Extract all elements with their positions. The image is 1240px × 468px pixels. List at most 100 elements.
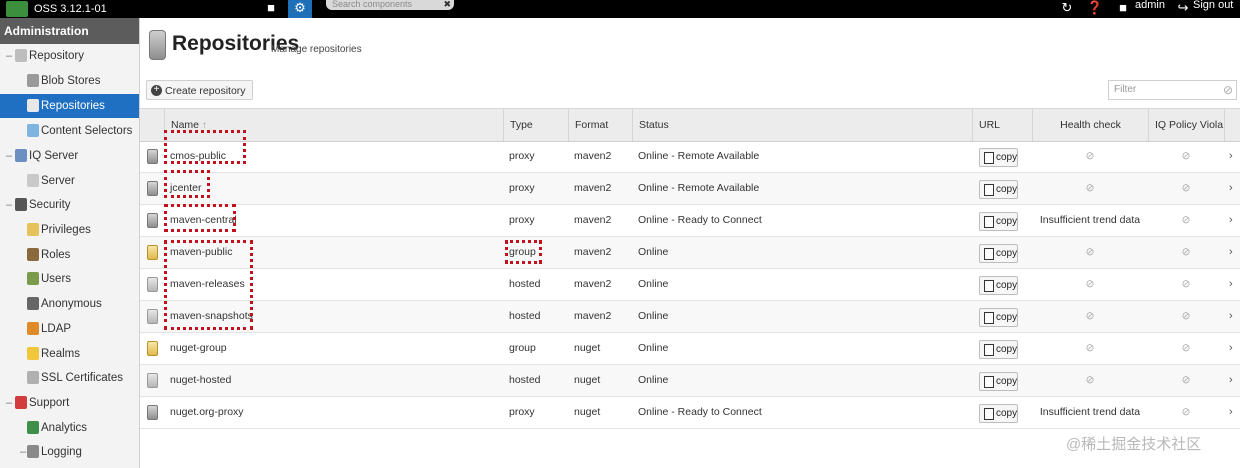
box-icon[interactable]: ■ <box>262 0 280 18</box>
repository-icon <box>15 49 27 62</box>
signout-link[interactable]: Sign out <box>1193 0 1233 11</box>
copy-url-button[interactable]: copy <box>979 148 1018 167</box>
cell-health-check[interactable]: ⊘ <box>1032 301 1148 332</box>
collapse-toggle-icon[interactable]: – <box>4 144 14 168</box>
sidebar-item-repository[interactable]: – Repository <box>0 44 139 68</box>
realms-icon <box>27 347 39 360</box>
table-row[interactable]: nuget-hosted hosted nuget Online copy ⊘ ⊘ › <box>140 365 1240 397</box>
table-row[interactable]: maven-public group maven2 Online copy ⊘ ⊘ › <box>140 237 1240 269</box>
sidebar-item-server[interactable]: Server <box>0 169 139 193</box>
chevron-right-icon[interactable]: › <box>1229 269 1233 300</box>
sidebar-item-ldap[interactable]: LDAP <box>0 317 139 341</box>
chevron-right-icon[interactable]: › <box>1229 237 1233 268</box>
collapse-toggle-icon[interactable]: – <box>4 193 14 217</box>
security-icon <box>15 198 27 211</box>
sidebar-item-repositories[interactable]: Repositories <box>0 94 139 118</box>
cell-iq-policy[interactable]: ⊘ <box>1148 141 1224 172</box>
cell-status: Online <box>638 278 669 290</box>
cell-iq-policy[interactable]: ⊘ <box>1148 205 1224 236</box>
sidebar-item-blob-stores[interactable]: Blob Stores <box>0 69 139 93</box>
column-header-format[interactable]: Format <box>568 109 632 141</box>
search-input[interactable]: Search components ✖ <box>326 0 454 10</box>
cell-health-check[interactable]: ⊘ <box>1032 173 1148 204</box>
user-icon[interactable]: ■ <box>1114 0 1132 18</box>
sidebar-item-users[interactable]: Users <box>0 267 139 291</box>
copy-label: copy <box>996 344 1018 355</box>
cell-health-check[interactable]: ⊘ <box>1032 237 1148 268</box>
table-row[interactable]: cmos-public proxy maven2 Online - Remote Av… <box>140 141 1240 173</box>
collapse-toggle-icon[interactable]: – <box>4 391 14 415</box>
sidebar-item-anonymous[interactable]: Anonymous <box>0 292 139 316</box>
filter-input[interactable]: Filter ⊘ <box>1108 80 1237 100</box>
table-row[interactable]: nuget.org-proxy proxy nuget Online - Ready … <box>140 397 1240 429</box>
annotation-box-cmos-public <box>164 130 246 164</box>
help-icon[interactable]: ❓ <box>1086 0 1104 18</box>
table-row[interactable]: maven-snapshots hosted maven2 Online copy ⊘ ⊘ › <box>140 301 1240 333</box>
copy-url-button[interactable]: copy <box>979 372 1018 391</box>
sidebar-item-analytics[interactable]: Analytics <box>0 416 139 440</box>
cell-health-check[interactable]: ⊘ <box>1032 141 1148 172</box>
copy-url-button[interactable]: copy <box>979 308 1018 327</box>
cell-iq-policy[interactable]: ⊘ <box>1148 397 1224 428</box>
cell-iq-policy[interactable]: ⊘ <box>1148 237 1224 268</box>
chevron-right-icon[interactable]: › <box>1229 301 1233 332</box>
group-repository-icon <box>147 245 158 260</box>
chevron-right-icon[interactable]: › <box>1229 365 1233 396</box>
chevron-right-icon[interactable]: › <box>1229 333 1233 364</box>
clear-filter-icon[interactable]: ⊘ <box>1223 83 1233 97</box>
sidebar-item-label: Privileges <box>41 224 91 236</box>
cell-status: Online - Remote Available <box>638 182 760 194</box>
table-row[interactable]: maven-central proxy maven2 Online - Ready t… <box>140 205 1240 237</box>
table-row[interactable]: maven-releases hosted maven2 Online copy ⊘ ⊘ › <box>140 269 1240 301</box>
cell-iq-policy[interactable]: ⊘ <box>1148 173 1224 204</box>
collapse-toggle-icon[interactable]: – <box>4 44 14 68</box>
copy-url-button[interactable]: copy <box>979 244 1018 263</box>
copy-url-button[interactable]: copy <box>979 212 1018 231</box>
column-header-iq-policy[interactable]: IQ Policy Viola... <box>1148 109 1224 141</box>
sidebar-item-support[interactable]: – Support <box>0 391 139 415</box>
sidebar-item-logging[interactable]: – Logging <box>0 440 139 464</box>
cell-iq-policy[interactable]: ⊘ <box>1148 333 1224 364</box>
cell-iq-policy[interactable]: ⊘ <box>1148 365 1224 396</box>
clear-search-icon[interactable]: ✖ <box>443 0 451 9</box>
column-header-url[interactable]: URL <box>972 109 1032 141</box>
column-header-type[interactable]: Type <box>503 109 568 141</box>
sidebar-item-roles[interactable]: Roles <box>0 243 139 267</box>
cell-name: nuget.org-proxy <box>170 406 244 418</box>
chevron-right-icon[interactable]: › <box>1229 397 1233 428</box>
sidebar-item-realms[interactable]: Realms <box>0 342 139 366</box>
copy-label: copy <box>996 280 1018 291</box>
sidebar-item-iq-server[interactable]: – IQ Server <box>0 144 139 168</box>
signout-icon[interactable]: ↪ <box>1174 0 1192 18</box>
sidebar-item-content-selectors[interactable]: Content Selectors <box>0 119 139 143</box>
cell-iq-policy[interactable]: ⊘ <box>1148 269 1224 300</box>
filter-placeholder: Filter <box>1114 84 1137 95</box>
refresh-icon[interactable]: ↻ <box>1058 0 1076 18</box>
cell-status: Online <box>638 342 669 354</box>
chevron-right-icon[interactable]: › <box>1229 205 1233 236</box>
copy-url-button[interactable]: copy <box>979 404 1018 423</box>
cell-health-check[interactable]: ⊘ <box>1032 269 1148 300</box>
copy-url-button[interactable]: copy <box>979 340 1018 359</box>
admin-sidebar: Administration – Repository Blob Stores Rep… <box>0 18 140 468</box>
cell-health-check[interactable]: ⊘ <box>1032 333 1148 364</box>
column-header-health-check[interactable]: Health check <box>1032 109 1148 141</box>
proxy-repository-icon <box>147 213 158 228</box>
copy-url-button[interactable]: copy <box>979 276 1018 295</box>
column-header-icon <box>140 109 164 141</box>
gear-icon[interactable]: ⚙ <box>288 0 312 18</box>
sidebar-item-ssl-certificates[interactable]: SSL Certificates <box>0 366 139 390</box>
chevron-right-icon[interactable]: › <box>1229 173 1233 204</box>
cell-health-check[interactable]: ⊘ <box>1032 365 1148 396</box>
create-repository-button[interactable]: + Create repository <box>146 80 253 100</box>
sidebar-item-privileges[interactable]: Privileges <box>0 218 139 242</box>
user-menu[interactable]: admin <box>1135 0 1165 11</box>
cell-iq-policy[interactable]: ⊘ <box>1148 301 1224 332</box>
sidebar-item-security[interactable]: – Security <box>0 193 139 217</box>
group-repository-icon <box>147 341 158 356</box>
chevron-right-icon[interactable]: › <box>1229 141 1233 172</box>
table-row[interactable]: nuget-group group nuget Online copy ⊘ ⊘ › <box>140 333 1240 365</box>
copy-url-button[interactable]: copy <box>979 180 1018 199</box>
column-header-status[interactable]: Status <box>632 109 972 141</box>
table-row[interactable]: jcenter proxy maven2 Online - Remote Availa… <box>140 173 1240 205</box>
